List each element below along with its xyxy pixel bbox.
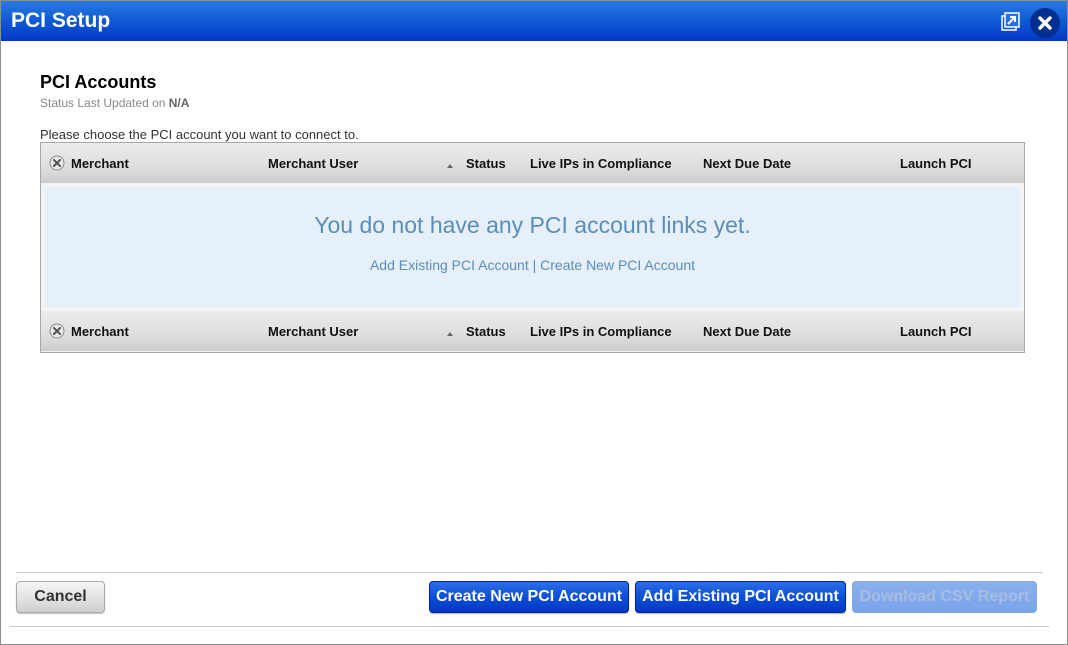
pci-setup-dialog: PCI Setup PCI Accounts Status Last Updat… <box>0 0 1068 645</box>
empty-state-panel: You do not have any PCI account links ye… <box>45 187 1020 307</box>
status-last-updated: Status Last Updated on N/A <box>40 96 189 110</box>
add-existing-pci-account-button[interactable]: Add Existing PCI Account <box>635 581 846 613</box>
footer-divider-bottom <box>10 626 1049 627</box>
grid-header: Merchant Merchant User Status Live IPs i… <box>41 143 1024 183</box>
column-header-next-due-date[interactable]: Next Due Date <box>703 324 791 339</box>
grid-footer-header: Merchant Merchant User Status Live IPs i… <box>41 311 1024 351</box>
download-csv-report-button: Download CSV Report <box>852 581 1037 613</box>
column-header-live-ips[interactable]: Live IPs in Compliance <box>530 156 672 171</box>
instructions-text: Please choose the PCI account you want t… <box>40 127 359 142</box>
pci-accounts-grid: Merchant Merchant User Status Live IPs i… <box>40 142 1025 353</box>
sort-ascending-icon[interactable] <box>446 326 454 336</box>
status-value: N/A <box>168 96 190 110</box>
clear-filter-icon[interactable] <box>49 323 65 339</box>
column-header-live-ips[interactable]: Live IPs in Compliance <box>530 324 672 339</box>
column-header-merchant[interactable]: Merchant <box>71 156 129 171</box>
add-existing-account-link[interactable]: Add Existing PCI Account <box>370 257 529 273</box>
close-icon <box>1038 16 1052 30</box>
cancel-button[interactable]: Cancel <box>16 581 105 613</box>
clear-filter-icon[interactable] <box>49 155 65 171</box>
section-title: PCI Accounts <box>40 72 157 92</box>
sort-ascending-icon[interactable] <box>446 158 454 168</box>
empty-state-message: You do not have any PCI account links ye… <box>314 212 751 238</box>
create-new-pci-account-button[interactable]: Create New PCI Account <box>429 581 629 613</box>
footer-divider-top <box>16 572 1043 573</box>
column-header-launch-pci[interactable]: Launch PCI <box>900 156 972 171</box>
link-separator: | <box>532 257 537 273</box>
column-header-merchant-user[interactable]: Merchant User <box>268 156 358 171</box>
column-header-status[interactable]: Status <box>466 156 506 171</box>
popout-icon[interactable] <box>1001 12 1020 31</box>
empty-state-links: Add Existing PCI Account | Create New PC… <box>45 257 1020 273</box>
title-bar: PCI Setup <box>1 1 1067 41</box>
column-header-status[interactable]: Status <box>466 324 506 339</box>
close-button[interactable] <box>1030 8 1060 38</box>
column-header-launch-pci[interactable]: Launch PCI <box>900 324 972 339</box>
column-header-next-due-date[interactable]: Next Due Date <box>703 156 791 171</box>
column-header-merchant-user[interactable]: Merchant User <box>268 324 358 339</box>
dialog-title: PCI Setup <box>11 9 111 32</box>
create-new-account-link[interactable]: Create New PCI Account <box>540 257 695 273</box>
status-label: Status Last Updated on <box>40 96 166 110</box>
column-header-merchant[interactable]: Merchant <box>71 324 129 339</box>
